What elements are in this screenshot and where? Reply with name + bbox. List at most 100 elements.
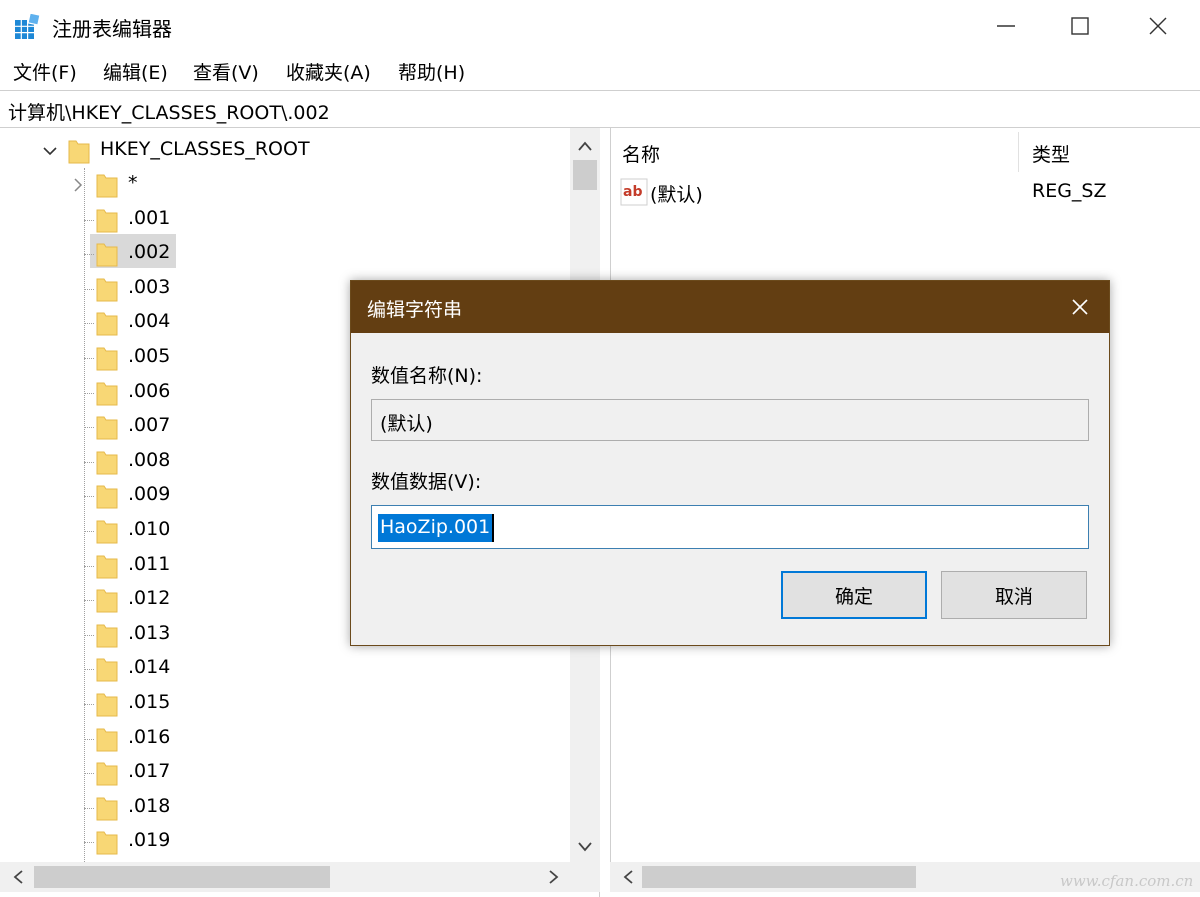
- tree-guide-line: [84, 288, 94, 290]
- folder-icon: [96, 174, 118, 198]
- folder-icon: [96, 555, 118, 579]
- tree-guide-line: [84, 427, 94, 429]
- folder-icon: [96, 382, 118, 406]
- registry-editor-icon: [15, 14, 40, 39]
- watermark: www.cfan.com.cn: [1060, 872, 1194, 890]
- tree-item[interactable]: .015: [0, 687, 560, 721]
- tree-horizontal-scroll-thumb[interactable]: [34, 866, 330, 888]
- tree-item-label: .009: [128, 483, 171, 506]
- tree-item-label: .004: [128, 310, 171, 333]
- value-data-input[interactable]: HaoZip.001: [371, 505, 1089, 549]
- tree-guide-line: [84, 600, 94, 602]
- tree-root-label: HKEY_CLASSES_ROOT: [100, 138, 310, 160]
- column-header-type[interactable]: 类型: [1032, 140, 1070, 167]
- chevron-down-icon[interactable]: [42, 143, 58, 159]
- menu-file[interactable]: 文件(F): [13, 58, 77, 85]
- folder-icon: [96, 416, 118, 440]
- tree-guide-line: [84, 531, 94, 532]
- window-titlebar: 注册表编辑器: [0, 0, 1200, 52]
- cancel-button[interactable]: 取消: [941, 571, 1087, 619]
- tree-vertical-scroll-thumb[interactable]: [573, 160, 597, 190]
- tree-item-label: .008: [128, 448, 171, 471]
- address-path: 计算机\HKEY_CLASSES_ROOT\.002: [8, 102, 330, 124]
- tree-item[interactable]: .017: [0, 756, 560, 790]
- ok-button[interactable]: 确定: [781, 571, 927, 619]
- tree-guide-line: [84, 392, 94, 394]
- scroll-down-button[interactable]: [570, 834, 600, 860]
- chevron-left-icon: [13, 870, 23, 884]
- value-name-text: (默认): [380, 413, 433, 435]
- tree-guide-line: [84, 323, 94, 325]
- tree-item[interactable]: .001: [0, 203, 560, 237]
- tree-guide-line: [84, 565, 94, 567]
- folder-icon: [96, 485, 118, 509]
- string-value-icon: ab: [620, 178, 648, 206]
- maximize-icon: [1071, 17, 1089, 35]
- tree-item[interactable]: .018: [0, 791, 560, 825]
- chevron-left-icon: [623, 870, 633, 884]
- address-bar[interactable]: 计算机\HKEY_CLASSES_ROOT\.002: [0, 90, 1200, 128]
- tree-scroll-left-button[interactable]: [6, 864, 30, 890]
- folder-icon: [96, 693, 118, 717]
- tree-item-label: .013: [128, 621, 171, 644]
- column-header-name[interactable]: 名称: [622, 140, 660, 167]
- tree-guide-line: [84, 669, 94, 671]
- menu-bar: 文件(F) 编辑(E) 查看(V) 收藏夹(A) 帮助(H): [0, 54, 1200, 88]
- menu-favorites[interactable]: 收藏夹(A): [286, 58, 371, 85]
- dialog-titlebar: 编辑字符串: [351, 281, 1109, 333]
- value-row-name[interactable]: (默认): [650, 180, 703, 207]
- tree-scroll-right-button[interactable]: [542, 864, 566, 890]
- tree-item[interactable]: *: [0, 168, 560, 202]
- tree-item-label: *: [128, 172, 138, 194]
- chevron-right-icon[interactable]: [70, 177, 86, 193]
- dialog-close-button[interactable]: [1063, 291, 1097, 323]
- chevron-up-icon: [578, 141, 592, 151]
- minimize-button[interactable]: [986, 8, 1026, 44]
- close-icon: [1072, 299, 1088, 315]
- column-separator[interactable]: [1018, 132, 1019, 172]
- values-horizontal-scroll-thumb[interactable]: [642, 866, 916, 888]
- svg-text:ab: ab: [623, 184, 642, 200]
- value-name-field: (默认): [371, 399, 1089, 441]
- value-row-type[interactable]: REG_SZ: [1032, 180, 1107, 202]
- tree-item[interactable]: .019: [0, 825, 560, 859]
- minimize-icon: [997, 25, 1015, 27]
- tree-item-label: .017: [128, 760, 171, 783]
- folder-icon: [96, 520, 118, 544]
- folder-icon: [96, 658, 118, 682]
- folder-icon: [96, 209, 118, 233]
- values-scroll-left-button[interactable]: [616, 864, 640, 890]
- tree-item-label: .001: [128, 206, 171, 229]
- tree-item[interactable]: .014: [0, 652, 560, 686]
- folder-icon: [96, 347, 118, 371]
- value-name-label: 数值名称(N):: [371, 365, 483, 387]
- tree-item[interactable]: .002: [0, 237, 560, 271]
- tree-item-label: .015: [128, 691, 171, 713]
- menu-help[interactable]: 帮助(H): [398, 58, 465, 85]
- tree-root-item[interactable]: HKEY_CLASSES_ROOT: [0, 134, 560, 168]
- tree-guide-line: [84, 634, 94, 636]
- tree-item-label: .014: [128, 656, 171, 679]
- tree-item-label: .019: [128, 829, 171, 852]
- menu-edit[interactable]: 编辑(E): [103, 58, 168, 85]
- value-data-label: 数值数据(V):: [371, 471, 482, 493]
- folder-icon: [96, 624, 118, 648]
- folder-icon: [96, 312, 118, 336]
- folder-icon: [96, 278, 118, 302]
- tree-item-label: .012: [128, 587, 171, 610]
- chevron-down-icon: [578, 842, 592, 852]
- scroll-up-button[interactable]: [570, 133, 600, 159]
- text-caret: [492, 514, 494, 542]
- tree-guide-line: [84, 358, 94, 359]
- tree-item-label: .011: [128, 552, 171, 575]
- tree-item-label: .007: [128, 414, 171, 437]
- tree-guide-line: [84, 461, 94, 463]
- maximize-button[interactable]: [1060, 8, 1100, 44]
- close-button[interactable]: [1138, 8, 1178, 44]
- tree-item-label: .003: [128, 275, 171, 298]
- tree-item-label: .005: [128, 345, 171, 367]
- value-data-selected-text: HaoZip.001: [378, 514, 493, 542]
- folder-icon: [96, 243, 118, 267]
- menu-view[interactable]: 查看(V): [193, 58, 259, 85]
- tree-item[interactable]: .016: [0, 722, 560, 756]
